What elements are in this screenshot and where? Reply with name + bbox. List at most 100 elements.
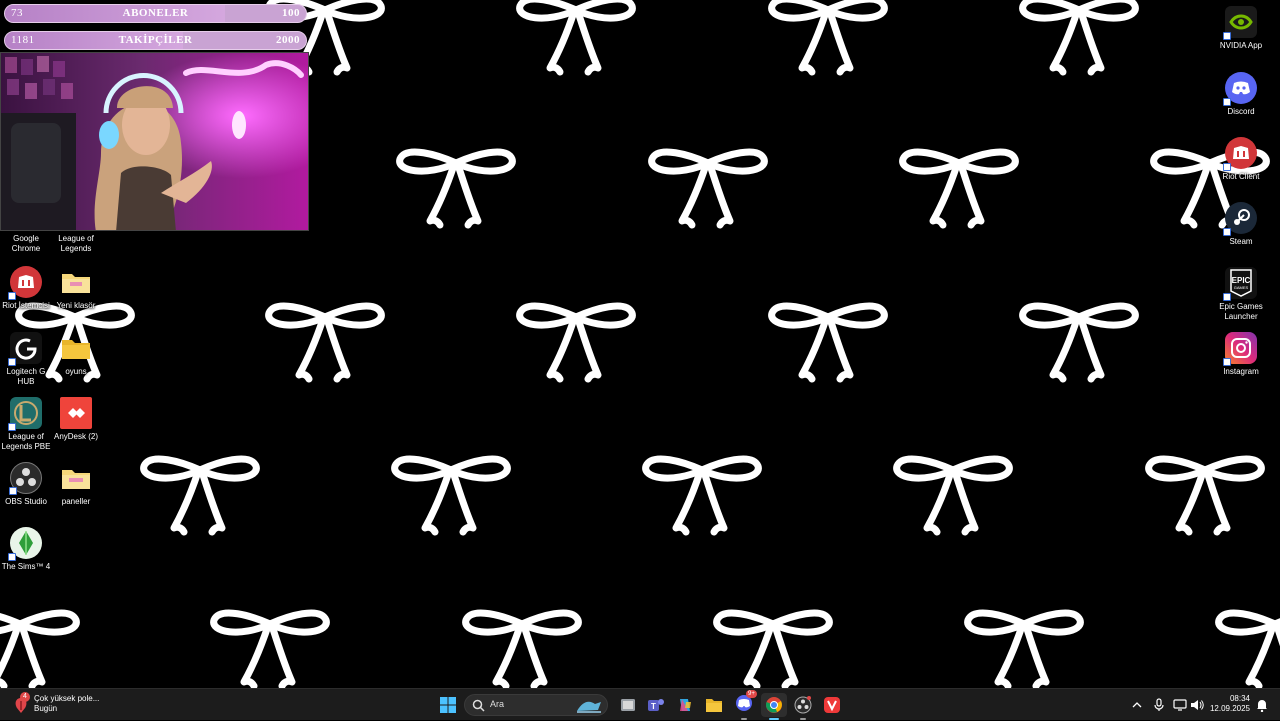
- desktop-icon-label: oyuns: [65, 367, 87, 376]
- weather-title: Çok yüksek pole...: [34, 694, 100, 703]
- clock-time: 08:34: [1229, 694, 1250, 703]
- svg-text:EPIC: EPIC: [1232, 276, 1251, 285]
- folder-icon: [60, 266, 92, 298]
- taskbar-app-chrome[interactable]: [761, 693, 787, 720]
- weather-icon: 4: [10, 692, 32, 716]
- desktop-icon-riot-istemcisi[interactable]: Riot İstemcisi: [0, 266, 52, 311]
- bow-motif: [520, 0, 633, 72]
- desktop-icon-nvidia-app[interactable]: NVIDIA App: [1215, 6, 1267, 51]
- bow-motif: [717, 613, 830, 686]
- riot-icon: [1223, 137, 1257, 171]
- desktop-icon-label: OBS Studio: [5, 497, 47, 506]
- desktop-icon-riot-client[interactable]: Riot Client: [1215, 137, 1267, 182]
- network-icon: [1173, 699, 1187, 711]
- desktop: Google Chrome League of Legends Riot İst…: [0, 0, 1280, 688]
- bow-motif: [1149, 459, 1262, 532]
- desktop-icon-paneller[interactable]: paneller: [50, 462, 102, 507]
- steam-icon: [1223, 202, 1257, 236]
- desktop-icon-yeni-klasor[interactable]: Yeni klasör: [50, 266, 102, 311]
- start-button[interactable]: [436, 693, 460, 717]
- subscriber-goal-target: 100: [282, 7, 300, 19]
- desktop-icon-label: AnyDesk (2): [53, 432, 98, 441]
- task-view-button[interactable]: [617, 693, 639, 717]
- desktop-icon-steam[interactable]: Steam: [1215, 202, 1267, 247]
- instagram-icon: [1223, 332, 1257, 366]
- search-highlight-icon: [577, 701, 601, 713]
- bow-motif: [1023, 0, 1136, 72]
- epic-icon: EPIC GAMES: [1223, 267, 1257, 301]
- taskbar-app-copilot[interactable]: [674, 693, 696, 717]
- clock-date: 12.09.2025: [1209, 704, 1250, 713]
- windows-icon: [440, 697, 456, 713]
- search-box[interactable]: Ara: [464, 694, 608, 716]
- stream-overlay: 73 ABONELER 100 1181 TAKİPÇİLER 2000: [0, 0, 309, 231]
- microphone-tray-button[interactable]: [1152, 693, 1166, 717]
- follower-goal-bar: 1181 TAKİPÇİLER 2000: [4, 31, 307, 50]
- bow-motif: [520, 306, 633, 379]
- desktop-icon-league-of-legends-pbe[interactable]: League of Legends PBE: [0, 397, 52, 452]
- desktop-icon-obs-studio[interactable]: OBS Studio: [0, 462, 52, 507]
- taskbar-app-teams[interactable]: T: [645, 693, 667, 717]
- desktop-icon-the-sims-4[interactable]: The Sims™ 4: [0, 527, 52, 572]
- desktop-icon-epic-games-launcher[interactable]: EPIC GAMES Epic Games Launcher: [1215, 267, 1267, 322]
- desktop-icon-instagram[interactable]: Instagram: [1215, 332, 1267, 377]
- vivaldi-icon: [824, 697, 840, 713]
- follower-goal-title: TAKİPÇİLER: [118, 34, 193, 46]
- taskbar: 4 Çok yüksek pole... Bugün Ara T 9+ 08:3…: [0, 688, 1280, 720]
- desktop-icon-google-chrome[interactable]: Google Chrome: [0, 234, 52, 254]
- taskbar-app-discord[interactable]: 9+: [732, 689, 757, 720]
- anydesk-icon: [60, 397, 92, 429]
- bow-motif: [646, 459, 759, 532]
- desktop-icon-logitech-g-hub[interactable]: Logitech G HUB: [0, 332, 52, 387]
- desktop-icon-oyuns[interactable]: oyuns: [50, 332, 102, 377]
- notifications-button[interactable]: [1255, 693, 1269, 717]
- desktop-icon-label: Riot Client: [1222, 172, 1260, 181]
- taskbar-app-vivaldi[interactable]: [821, 693, 843, 717]
- bow-motif: [1219, 613, 1280, 686]
- desktop-icon-label: Instagram: [1223, 367, 1259, 376]
- taskbar-app-file-explorer[interactable]: [703, 693, 725, 717]
- show-hidden-icons-button[interactable]: [1130, 693, 1144, 717]
- follower-goal-target: 2000: [276, 34, 300, 46]
- bow-motif: [652, 152, 765, 225]
- bow-motif: [1023, 306, 1136, 379]
- desktop-icon-label: League of Legends PBE: [1, 432, 51, 451]
- bow-motif: [903, 152, 1016, 225]
- copilot-icon: [680, 699, 691, 711]
- chrome-icon: [766, 697, 782, 713]
- riot-icon: [8, 266, 42, 300]
- bow-motif: [214, 613, 327, 686]
- logitech-icon: [8, 332, 42, 366]
- league-pbe-icon: [8, 397, 42, 431]
- discord-notification-badge: 9+: [746, 689, 757, 698]
- weather-badge: 4: [20, 692, 30, 702]
- notification-bell-icon: [1257, 699, 1267, 712]
- webcam-feed: [0, 52, 309, 231]
- taskbar-app-obs[interactable]: [792, 693, 814, 720]
- bow-motif: [772, 0, 885, 72]
- desktop-icon-league-of-legends[interactable]: League of Legends: [50, 234, 102, 254]
- bow-motif: [772, 306, 885, 379]
- bow-motif: [0, 613, 76, 686]
- desktop-icon-label: Epic Games Launcher: [1219, 302, 1263, 321]
- bow-motif: [897, 459, 1010, 532]
- desktop-icon-label: paneller: [61, 497, 91, 506]
- desktop-icon-label: Discord: [1227, 107, 1255, 116]
- desktop-icon-label: NVIDIA App: [1219, 41, 1263, 50]
- obs-icon: [794, 696, 812, 714]
- discord-icon: [1223, 72, 1257, 106]
- network-tray-button[interactable]: [1172, 693, 1188, 717]
- bow-motif: [400, 152, 513, 225]
- chevron-up-icon: [1132, 702, 1142, 708]
- desktop-icon-anydesk[interactable]: AnyDesk (2): [50, 397, 102, 442]
- sims-icon: [8, 527, 42, 561]
- system-clock[interactable]: 08:34 12.09.2025: [1210, 694, 1250, 714]
- desktop-icon-label: Riot İstemcisi: [2, 301, 50, 310]
- svg-text:GAMES: GAMES: [1234, 285, 1249, 290]
- obs-icon: [9, 462, 42, 495]
- desktop-icon-discord[interactable]: Discord: [1215, 72, 1267, 117]
- task-view-icon: [621, 699, 635, 711]
- volume-tray-button[interactable]: [1189, 693, 1205, 717]
- subscriber-goal-title: ABONELER: [122, 7, 189, 19]
- desktop-icon-label: Google Chrome: [11, 234, 41, 253]
